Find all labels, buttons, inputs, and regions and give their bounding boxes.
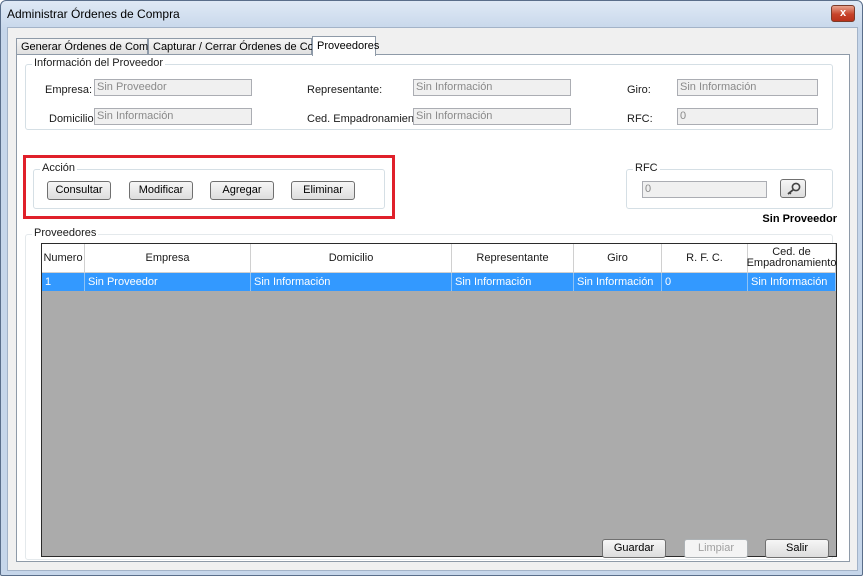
proveedor-status: Sin Proveedor <box>762 213 837 225</box>
cell-giro: Sin Información <box>574 273 662 291</box>
cell-ced-empadronamiento: Sin Información <box>748 273 836 291</box>
key-search-icon <box>787 182 801 195</box>
rfc-search-group: RFC 0 <box>626 162 833 209</box>
tab-capturar-cerrar-ordenes[interactable]: Capturar / Cerrar Órdenes de Compra <box>148 38 339 54</box>
giro-field[interactable]: Sin Información <box>677 79 818 96</box>
rfc-field[interactable]: 0 <box>677 108 818 125</box>
column-header-domicilio[interactable]: Domicilio <box>251 244 452 273</box>
salir-button[interactable]: Salir <box>765 539 829 558</box>
empresa-field[interactable]: Sin Proveedor <box>94 79 252 96</box>
representante-field[interactable]: Sin Información <box>413 79 571 96</box>
rfc-label: RFC: <box>627 113 653 125</box>
column-header-empresa[interactable]: Empresa <box>85 244 251 273</box>
table-row[interactable]: 1 Sin Proveedor Sin Información Sin Info… <box>42 273 836 291</box>
info-proveedor-group: Información del Proveedor Empresa: Sin P… <box>25 57 833 130</box>
column-header-representante[interactable]: Representante <box>452 244 574 273</box>
window-title: Administrar Órdenes de Compra <box>7 7 180 21</box>
guardar-button[interactable]: Guardar <box>602 539 666 558</box>
rfc-search-button[interactable] <box>780 179 806 198</box>
title-bar[interactable]: Administrar Órdenes de Compra x <box>1 1 862 27</box>
rfc-search-legend: RFC <box>633 162 660 174</box>
proveedores-grid[interactable]: Numero Empresa Domicilio Representante G… <box>41 243 837 557</box>
proveedores-panel: Información del Proveedor Empresa: Sin P… <box>16 54 850 562</box>
ced-empadronamiento-field[interactable]: Sin Información <box>413 108 571 125</box>
column-header-rfc[interactable]: R. F. C. <box>662 244 748 273</box>
grid-header: Numero Empresa Domicilio Representante G… <box>42 244 836 273</box>
column-header-numero[interactable]: Numero <box>42 244 85 273</box>
rfc-search-input[interactable]: 0 <box>642 181 767 198</box>
highlight-box <box>23 155 395 219</box>
info-proveedor-legend: Información del Proveedor <box>32 57 166 69</box>
main-window: Administrar Órdenes de Compra x Generar … <box>0 0 863 576</box>
cell-representante: Sin Información <box>452 273 574 291</box>
tab-proveedores[interactable]: Proveedores <box>312 36 379 56</box>
limpiar-button[interactable]: Limpiar <box>684 539 748 558</box>
proveedores-legend: Proveedores <box>32 227 99 239</box>
cell-domicilio: Sin Información <box>251 273 452 291</box>
close-button[interactable]: x <box>831 5 855 22</box>
domicilio-label: Domicilio <box>49 113 94 125</box>
column-header-giro[interactable]: Giro <box>574 244 662 273</box>
empresa-label: Empresa: <box>45 84 93 96</box>
cell-rfc: 0 <box>662 273 748 291</box>
giro-label: Giro: <box>627 84 651 96</box>
column-header-ced-empadronamiento[interactable]: Ced. de Empadronamiento <box>747 244 836 273</box>
client-area: Generar Órdenes de Compra. Capturar / Ce… <box>7 27 858 571</box>
ced-empadronamiento-label: Ced. Empadronamiento: <box>307 113 427 125</box>
cell-empresa: Sin Proveedor <box>85 273 251 291</box>
cell-numero: 1 <box>42 273 85 291</box>
tab-generar-ordenes[interactable]: Generar Órdenes de Compra. <box>16 38 167 54</box>
representante-label: Representante: <box>307 84 383 96</box>
domicilio-field[interactable]: Sin Información <box>94 108 252 125</box>
